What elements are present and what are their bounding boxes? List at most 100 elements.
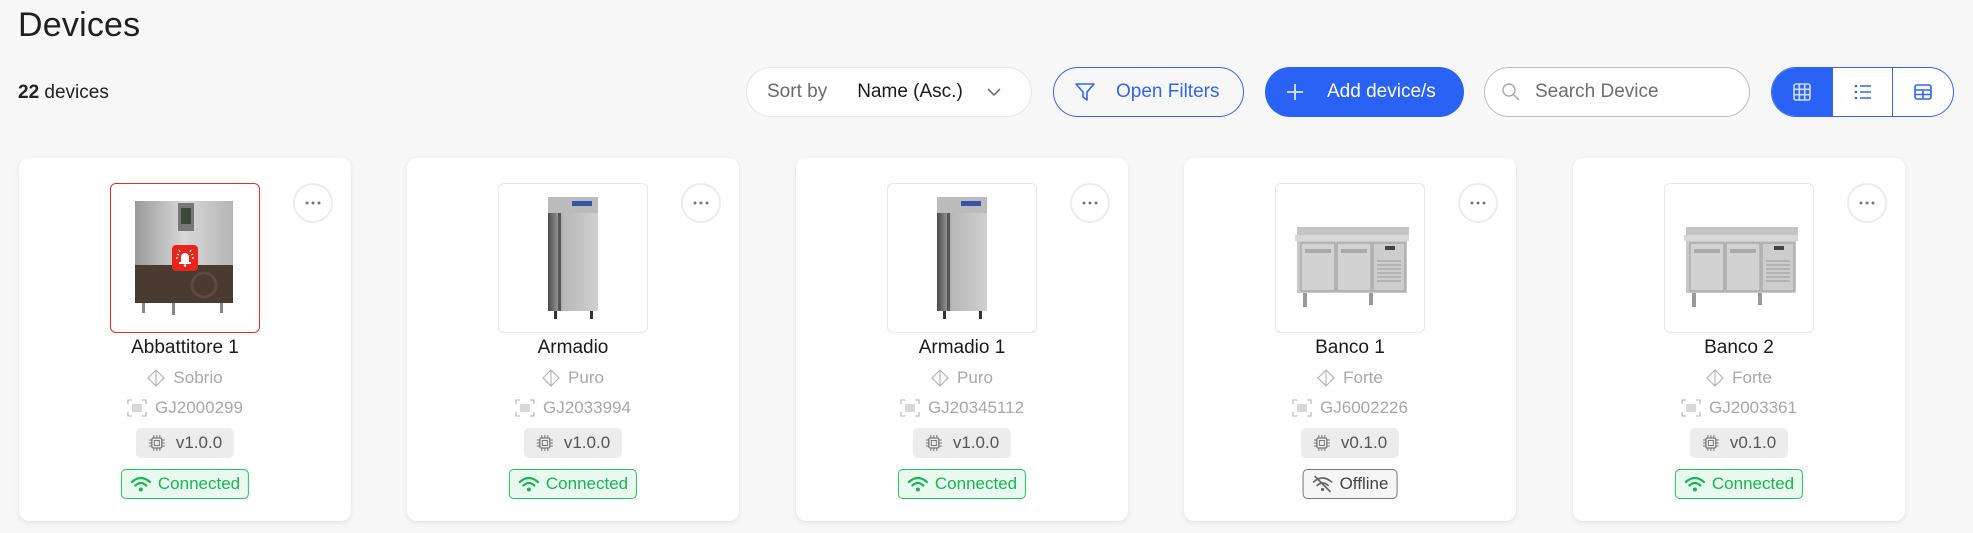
firmware-version: v1.0.0	[563, 433, 611, 452]
device-serial-text: GJ2003361	[1709, 398, 1797, 417]
wifi-icon-wrap	[130, 475, 152, 493]
add-device-label: Add device/s	[1327, 81, 1436, 102]
table-view-button[interactable]	[1892, 68, 1953, 116]
wifi-off-icon	[1312, 475, 1333, 493]
sort-dropdown[interactable]: Sort by Name (Asc.)	[746, 67, 1032, 117]
firmware-badge: v1.0.0	[523, 428, 623, 458]
firmware-version: v1.0.0	[175, 433, 223, 452]
barcode-icon	[515, 399, 535, 417]
firmware-version: v1.0.0	[952, 433, 1000, 452]
device-model: Sobrio	[19, 368, 351, 388]
wifi-icon-wrap	[1684, 475, 1706, 493]
device-image	[1664, 183, 1814, 333]
connection-status-text: Connected	[1711, 474, 1795, 493]
firmware-version: v0.1.0	[1729, 433, 1777, 452]
connection-status-text: Connected	[157, 474, 241, 493]
barcode-icon	[1292, 399, 1312, 417]
device-serial-text: GJ2000299	[155, 398, 243, 417]
more-options-button[interactable]	[1458, 183, 1498, 223]
model-diamond-icon	[1317, 369, 1335, 387]
device-serial-text: GJ20345112	[927, 398, 1025, 417]
more-horizontal-icon	[1082, 201, 1098, 205]
more-horizontal-icon	[1859, 201, 1875, 205]
device-model-text: Forte	[1343, 368, 1383, 387]
device-name: Armadio	[537, 337, 609, 358]
open-filters-label: Open Filters	[1116, 81, 1220, 102]
wifi-icon-wrap	[907, 475, 929, 493]
wifi-icon-wrap	[518, 475, 540, 493]
device-serial-text: GJ6002226	[1320, 398, 1408, 417]
upright-cabinet-image	[548, 197, 598, 319]
search-icon	[1501, 82, 1521, 102]
counter-fridge-image	[1684, 227, 1798, 307]
sort-label: Sort by	[767, 81, 828, 102]
wifi-icon	[907, 476, 928, 492]
model-diamond-icon	[931, 369, 949, 387]
device-card[interactable]: Armadio 1 Puro GJ20345112 v1.0.0 Connect…	[796, 158, 1128, 521]
device-model: Forte	[1184, 368, 1516, 388]
device-name: Banco 1	[1315, 337, 1385, 358]
connection-status-text: Offline	[1339, 474, 1389, 493]
alarm-bell-icon	[176, 249, 194, 267]
device-serial: GJ2003361	[1573, 398, 1905, 418]
device-image	[498, 183, 648, 333]
table-icon	[1914, 84, 1932, 100]
more-horizontal-icon	[305, 201, 321, 205]
add-device-button[interactable]: Add device/s	[1265, 67, 1464, 117]
more-options-button[interactable]	[1070, 183, 1110, 223]
grid-view-button[interactable]	[1772, 68, 1832, 116]
alarm-badge	[172, 245, 198, 271]
wifi-icon	[518, 476, 539, 492]
open-filters-button[interactable]: Open Filters	[1053, 67, 1244, 117]
connection-status-text: Connected	[545, 474, 629, 493]
more-horizontal-icon	[693, 201, 709, 205]
more-options-button[interactable]	[681, 183, 721, 223]
device-serial-text: GJ2033994	[543, 398, 631, 417]
barcode-icon	[1681, 399, 1701, 417]
wifi-icon	[130, 476, 151, 492]
barcode-icon	[900, 399, 920, 417]
device-model-text: Puro	[568, 368, 604, 387]
wifi-icon	[1684, 476, 1705, 492]
barcode-icon	[127, 399, 147, 417]
view-toggle	[1771, 67, 1954, 117]
device-card[interactable]: Armadio Puro GJ2033994 v1.0.0 Connected	[407, 158, 739, 521]
firmware-version: v0.1.0	[1340, 433, 1388, 452]
device-image	[1275, 183, 1425, 333]
grid-icon	[1793, 83, 1811, 101]
more-options-button[interactable]	[1847, 183, 1887, 223]
connection-status-text: Connected	[934, 474, 1018, 493]
device-count-number: 22	[18, 82, 40, 103]
sort-value: Name (Asc.)	[857, 81, 963, 102]
chip-icon	[925, 435, 942, 451]
device-name: Banco 2	[1704, 337, 1774, 358]
device-serial: GJ2000299	[19, 398, 351, 418]
device-serial: GJ6002226	[1184, 398, 1516, 418]
chip-icon	[536, 435, 553, 451]
device-serial: GJ2033994	[407, 398, 739, 418]
device-card[interactable]: Abbattitore 1 Sobrio GJ2000299 v1.0.0 Co…	[19, 158, 351, 521]
firmware-badge: v0.1.0	[1300, 428, 1400, 458]
page-title: Devices	[18, 6, 141, 44]
chip-icon	[1313, 435, 1330, 451]
device-count: 22 devices	[18, 82, 109, 104]
connection-status-badge: Connected	[897, 469, 1027, 499]
more-options-button[interactable]	[293, 183, 333, 223]
list-icon	[1854, 84, 1871, 100]
device-card[interactable]: Banco 1 Forte GJ6002226 v0.1.0 Offline	[1184, 158, 1516, 521]
model-diamond-icon	[147, 369, 166, 387]
filter-icon	[1074, 81, 1096, 103]
device-model: Forte	[1573, 368, 1905, 388]
device-serial: GJ20345112	[796, 398, 1128, 418]
list-view-button[interactable]	[1831, 68, 1893, 116]
more-horizontal-icon	[1470, 201, 1486, 205]
search-input[interactable]	[1535, 81, 1735, 103]
device-card[interactable]: Banco 2 Forte GJ2003361 v0.1.0 Connected	[1573, 158, 1905, 521]
upright-cabinet-image	[937, 197, 987, 319]
model-diamond-icon	[1706, 369, 1724, 387]
firmware-badge: v0.1.0	[1689, 428, 1789, 458]
counter-fridge-image	[1295, 227, 1409, 307]
device-model: Puro	[796, 368, 1128, 388]
device-image	[887, 183, 1037, 333]
device-model: Puro	[407, 368, 739, 388]
